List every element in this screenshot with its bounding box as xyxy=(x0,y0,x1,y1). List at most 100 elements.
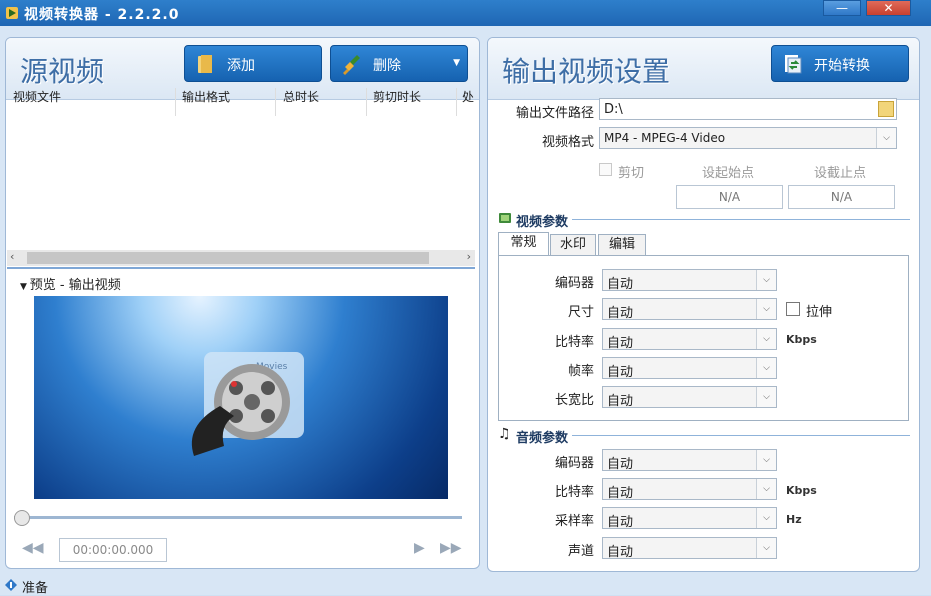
chevron-down-icon[interactable]: ⌵ xyxy=(756,508,776,528)
column-divider xyxy=(275,88,276,116)
video-format-select[interactable]: MP4 - MPEG-4 Video ⌵ xyxy=(599,127,897,149)
section-divider xyxy=(572,435,910,436)
title-bar: 视频转换器 - 2.2.2.0 — ✕ xyxy=(0,0,931,26)
play-icon[interactable]: ▶ xyxy=(414,540,425,556)
column-output-format[interactable]: 输出格式 xyxy=(182,88,230,105)
section-divider xyxy=(572,219,910,220)
start-convert-label: 开始转换 xyxy=(814,58,870,74)
tab-watermark[interactable]: 水印 xyxy=(550,234,596,256)
audio-bitrate-select[interactable]: 自动 ⌵ xyxy=(602,478,777,501)
frame-rate-value: 自动 xyxy=(607,365,634,380)
audio-encoder-label: 编码器 xyxy=(554,456,594,471)
audio-bitrate-value: 自动 xyxy=(607,486,634,501)
chevron-down-icon[interactable]: ⌵ xyxy=(756,299,776,319)
sample-rate-label: 采样率 xyxy=(554,514,594,529)
seek-knob[interactable] xyxy=(14,510,30,526)
column-cut-duration[interactable]: 剪切时长 xyxy=(373,88,421,105)
column-total-duration[interactable]: 总时长 xyxy=(283,88,319,105)
status-text: 准备 xyxy=(22,581,49,596)
set-start-point-label: 设起始点 xyxy=(702,166,755,181)
output-path-field[interactable]: D:\ xyxy=(599,98,897,120)
video-encoder-value: 自动 xyxy=(607,277,634,292)
start-convert-button[interactable]: 开始转换 xyxy=(771,45,909,82)
column-divider xyxy=(366,88,367,116)
sample-rate-value: 自动 xyxy=(607,515,634,530)
output-title: 输出视频设置 xyxy=(502,55,671,88)
movie-reel-graphic: Movies xyxy=(191,352,304,456)
sample-rate-select[interactable]: 自动 ⌵ xyxy=(602,507,777,530)
status-bar: 准备 xyxy=(0,575,931,596)
collapse-triangle-icon: ▼ xyxy=(20,282,30,292)
audio-encoder-select[interactable]: 自动 ⌵ xyxy=(602,449,777,472)
status-info-icon xyxy=(5,579,17,591)
chevron-down-icon[interactable]: ⌵ xyxy=(756,387,776,407)
aspect-ratio-label: 长宽比 xyxy=(554,393,594,408)
video-bitrate-label: 比特率 xyxy=(554,335,594,350)
seek-track xyxy=(14,516,462,519)
chevron-down-icon[interactable]: ⌵ xyxy=(756,329,776,349)
chevron-down-icon[interactable]: ⌵ xyxy=(756,538,776,558)
start-point-field[interactable]: N/A xyxy=(676,185,783,209)
time-display: 00:00:00.000 xyxy=(59,538,167,562)
fast-forward-icon[interactable]: ▶▶ xyxy=(440,540,462,556)
chevron-down-icon[interactable]: ⌵ xyxy=(876,128,896,148)
sample-rate-unit: Hz xyxy=(786,513,802,526)
browse-folder-icon[interactable] xyxy=(878,101,894,117)
audio-bitrate-label: 比特率 xyxy=(554,485,594,500)
chevron-down-icon[interactable]: ⌵ xyxy=(756,450,776,470)
source-title: 源视频 xyxy=(20,55,105,88)
chevron-down-icon[interactable]: ⌵ xyxy=(756,479,776,499)
column-video-file[interactable]: 视频文件 xyxy=(13,88,61,105)
seek-slider[interactable] xyxy=(14,510,462,526)
aspect-ratio-select[interactable]: 自动 ⌵ xyxy=(602,386,777,409)
app-logo-icon xyxy=(6,7,18,19)
film-icon xyxy=(499,213,511,223)
video-encoder-label: 编码器 xyxy=(554,276,594,291)
video-size-label: 尺寸 xyxy=(567,305,594,320)
cut-label: 剪切 xyxy=(618,166,645,181)
delete-button[interactable]: 删除 ▼ xyxy=(330,45,468,82)
column-divider xyxy=(456,88,457,116)
video-format-value: MP4 - MPEG-4 Video xyxy=(604,131,726,145)
stretch-checkbox[interactable] xyxy=(786,302,800,316)
preview-label: 预览 - 输出视频 xyxy=(29,278,121,293)
channels-label: 声道 xyxy=(567,544,594,559)
aspect-ratio-value: 自动 xyxy=(607,394,634,409)
video-encoder-select[interactable]: 自动 ⌵ xyxy=(602,269,777,292)
add-button[interactable]: 添加 xyxy=(184,45,322,82)
video-bitrate-value: 自动 xyxy=(607,336,634,351)
tab-edit[interactable]: 编辑 xyxy=(598,234,646,256)
minimize-button[interactable]: — xyxy=(823,0,861,16)
stretch-label: 拉伸 xyxy=(806,305,833,320)
close-button[interactable]: ✕ xyxy=(866,0,911,16)
preview-toggle[interactable]: ▼ 预览 - 输出视频 xyxy=(20,274,121,293)
window-title: 视频转换器 - 2.2.2.0 xyxy=(24,7,180,23)
video-size-select[interactable]: 自动 ⌵ xyxy=(602,298,777,321)
scroll-right-icon[interactable]: › xyxy=(467,250,471,263)
audio-encoder-value: 自动 xyxy=(607,457,634,472)
tab-general[interactable]: 常规 xyxy=(498,232,549,256)
delete-button-label: 删除 xyxy=(373,58,401,74)
video-bitrate-unit: Kbps xyxy=(786,333,817,346)
scroll-thumb[interactable] xyxy=(27,252,429,264)
dropdown-arrow-icon[interactable]: ▼ xyxy=(453,58,460,68)
video-format-label: 视频格式 xyxy=(541,135,594,150)
chevron-down-icon[interactable]: ⌵ xyxy=(756,358,776,378)
video-params-heading: 视频参数 xyxy=(516,215,569,230)
channels-select[interactable]: 自动 ⌵ xyxy=(602,537,777,560)
frame-rate-select[interactable]: 自动 ⌵ xyxy=(602,357,777,380)
cut-checkbox[interactable] xyxy=(599,163,612,176)
frame-rate-label: 帧率 xyxy=(567,364,594,379)
scroll-left-icon[interactable]: ‹ xyxy=(10,250,14,263)
file-list-scrollbar[interactable]: ‹ › xyxy=(7,250,475,266)
chevron-down-icon[interactable]: ⌵ xyxy=(756,270,776,290)
output-path-value: D:\ xyxy=(604,102,623,117)
channels-value: 自动 xyxy=(607,545,634,560)
video-size-value: 自动 xyxy=(607,306,634,321)
video-bitrate-select[interactable]: 自动 ⌵ xyxy=(602,328,777,351)
rewind-icon[interactable]: ◀◀ xyxy=(22,540,44,556)
column-truncated[interactable]: 处 xyxy=(462,88,475,105)
splitter[interactable] xyxy=(7,267,475,269)
end-point-field[interactable]: N/A xyxy=(788,185,895,209)
convert-icon xyxy=(785,55,802,74)
